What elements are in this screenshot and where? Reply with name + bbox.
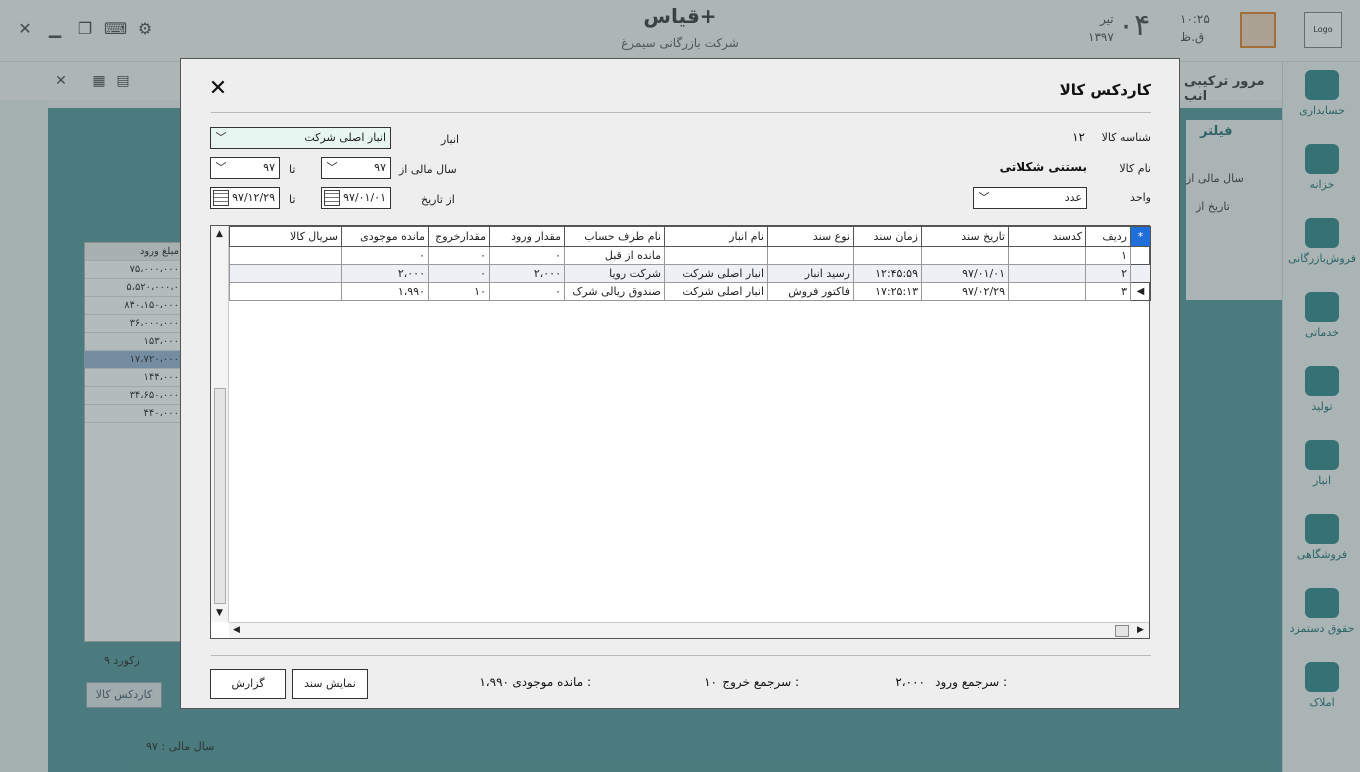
cell-row-no: ۱ bbox=[1085, 246, 1131, 265]
col-header-warehouse[interactable]: نام انبار bbox=[664, 226, 768, 247]
fiscal-to-label: تا bbox=[289, 163, 296, 176]
dialog-title: کاردکس کالا bbox=[1059, 81, 1151, 99]
cell-counterparty: صندوق ریالی شرک bbox=[564, 282, 665, 301]
table-row[interactable]: ۰ ۰ ۰ مانده از قبل ۱ bbox=[229, 246, 1151, 265]
scroll-right-icon[interactable]: ▶ bbox=[1137, 625, 1144, 635]
scroll-down-icon[interactable]: ▼ bbox=[216, 608, 223, 618]
cell-doc-code bbox=[1008, 264, 1086, 283]
scroll-up-icon[interactable]: ▲ bbox=[216, 229, 223, 239]
cell-qty-out: ۱۰ bbox=[428, 282, 490, 301]
divider bbox=[211, 655, 1151, 656]
horizontal-scrollbar[interactable]: ◀ ▶ bbox=[229, 622, 1149, 638]
col-header-doc-date[interactable]: تاریخ سند bbox=[921, 226, 1009, 247]
total-out-label: سرجمع خروج : bbox=[722, 675, 799, 689]
balance-value: ۱،۹۹۰ bbox=[479, 675, 509, 689]
scroll-thumb[interactable] bbox=[214, 388, 226, 604]
cell-doc-code bbox=[1008, 282, 1086, 301]
kardex-dialog: کاردکس کالا ✕ شناسه کالا ۱۲ نام کالا بست… bbox=[180, 58, 1180, 709]
item-id-value: ۱۲ bbox=[1072, 130, 1085, 144]
cell-row-no: ۲ bbox=[1085, 264, 1131, 283]
cell-balance: ۲،۰۰۰ bbox=[341, 264, 429, 283]
divider bbox=[211, 112, 1151, 113]
date-to-label: تا bbox=[289, 193, 296, 206]
item-name-label: نام کالا bbox=[1119, 162, 1151, 175]
cell-warehouse: انبار اصلی شرکت bbox=[664, 264, 768, 283]
col-header-qty-out[interactable]: مقدارخروج bbox=[428, 226, 490, 247]
cell-doc-code bbox=[1008, 246, 1086, 265]
scroll-thumb[interactable] bbox=[1115, 625, 1129, 637]
col-header-doc-code[interactable]: کدسند bbox=[1008, 226, 1086, 247]
date-from-input[interactable]: ۹۷/۰۱/۰۱ bbox=[321, 187, 391, 209]
cell-serial bbox=[229, 264, 342, 283]
item-id-label: شناسه کالا bbox=[1101, 131, 1151, 144]
calendar-icon[interactable] bbox=[213, 190, 229, 206]
col-header-serial[interactable]: سریال کالا bbox=[229, 226, 342, 247]
total-in-value: ۲،۰۰۰ bbox=[895, 675, 925, 689]
table-header-row: سریال کالا مانده موجودی مقدارخروج مقدار … bbox=[229, 226, 1151, 247]
cell-doc-type bbox=[767, 246, 854, 265]
table-row[interactable]: ۱،۹۹۰ ۱۰ ۰ صندوق ریالی شرک انبار اصلی شر… bbox=[229, 282, 1151, 301]
col-header-doc-type[interactable]: نوع سند bbox=[767, 226, 854, 247]
kardex-grid: ▲ ▼ سریال کالا مانده موجودی مقدارخروج مق… bbox=[210, 225, 1151, 639]
calendar-icon[interactable] bbox=[324, 190, 340, 206]
cell-balance: ۱،۹۹۰ bbox=[341, 282, 429, 301]
col-header-row-no[interactable]: ردیف bbox=[1085, 226, 1131, 247]
cell-doc-date bbox=[921, 246, 1009, 265]
col-header-doc-time[interactable]: زمان سند bbox=[853, 226, 922, 247]
cell-warehouse: انبار اصلی شرکت bbox=[664, 282, 768, 301]
fiscal-from-select[interactable]: ﹀ ۹۷ bbox=[321, 157, 391, 179]
total-in-label: سرجمع ورود : bbox=[935, 675, 1007, 689]
vertical-scrollbar[interactable]: ▲ ▼ bbox=[211, 226, 229, 622]
cell-doc-date: ۹۷/۰۲/۲۹ bbox=[921, 282, 1009, 301]
select-all-icon[interactable]: * bbox=[1130, 226, 1151, 247]
chevron-down-icon: ﹀ bbox=[978, 191, 990, 204]
total-out-value: ۱۰ bbox=[704, 675, 717, 689]
cell-serial bbox=[229, 282, 342, 301]
cell-doc-type: رسید انبار bbox=[767, 264, 854, 283]
unit-label: واحد bbox=[1130, 191, 1151, 204]
cell-serial bbox=[229, 246, 342, 265]
warehouse-select[interactable]: ﹀ انبار اصلی شرکت bbox=[210, 127, 391, 149]
report-button[interactable]: گزارش bbox=[210, 669, 286, 699]
cell-doc-date: ۹۷/۰۱/۰۱ bbox=[921, 264, 1009, 283]
current-row-pointer-icon[interactable]: ◀ bbox=[1130, 282, 1151, 301]
row-selector[interactable] bbox=[1130, 264, 1151, 283]
cell-balance: ۰ bbox=[341, 246, 429, 265]
cell-qty-out: ۰ bbox=[428, 246, 490, 265]
col-header-balance[interactable]: مانده موجودی bbox=[341, 226, 429, 247]
fiscal-from-label: سال مالی از bbox=[399, 163, 457, 176]
cell-qty-in: ۰ bbox=[489, 282, 565, 301]
chevron-down-icon: ﹀ bbox=[326, 161, 338, 174]
cell-qty-out: ۰ bbox=[428, 264, 490, 283]
cell-doc-time: ۱۷:۲۵:۱۳ bbox=[853, 282, 922, 301]
table-row[interactable]: ۲،۰۰۰ ۰ ۲،۰۰۰ شرکت رویا انبار اصلی شرکت … bbox=[229, 264, 1151, 283]
col-header-qty-in[interactable]: مقدار ورود bbox=[489, 226, 565, 247]
item-name-value[interactable]: بستنی شکلاتی bbox=[1000, 160, 1087, 174]
unit-select[interactable]: ﹀ عدد bbox=[973, 187, 1087, 209]
date-from-label: از تاریخ bbox=[421, 193, 455, 206]
date-to-input[interactable]: ۹۷/۱۲/۲۹ bbox=[210, 187, 280, 209]
cell-doc-type: فاکتور فروش bbox=[767, 282, 854, 301]
fiscal-to-select[interactable]: ﹀ ۹۷ bbox=[210, 157, 280, 179]
cell-doc-time: ۱۲:۴۵:۵۹ bbox=[853, 264, 922, 283]
chevron-down-icon: ﹀ bbox=[215, 161, 227, 174]
close-icon[interactable]: ✕ bbox=[207, 78, 229, 101]
cell-row-no: ۳ bbox=[1085, 282, 1131, 301]
row-selector[interactable] bbox=[1130, 246, 1151, 265]
scroll-left-icon[interactable]: ◀ bbox=[233, 625, 240, 635]
cell-counterparty: شرکت رویا bbox=[564, 264, 665, 283]
chevron-down-icon: ﹀ bbox=[215, 131, 227, 144]
show-document-button[interactable]: نمایش سند bbox=[292, 669, 368, 699]
cell-counterparty: مانده از قبل bbox=[564, 246, 665, 265]
col-header-counterparty[interactable]: نام طرف حساب bbox=[564, 226, 665, 247]
cell-doc-time bbox=[853, 246, 922, 265]
kardex-table: سریال کالا مانده موجودی مقدارخروج مقدار … bbox=[229, 226, 1151, 301]
warehouse-label: انبار bbox=[441, 133, 460, 146]
cell-qty-in: ۲،۰۰۰ bbox=[489, 264, 565, 283]
balance-label: مانده موجودی : bbox=[512, 675, 591, 689]
cell-qty-in: ۰ bbox=[489, 246, 565, 265]
cell-warehouse bbox=[664, 246, 768, 265]
